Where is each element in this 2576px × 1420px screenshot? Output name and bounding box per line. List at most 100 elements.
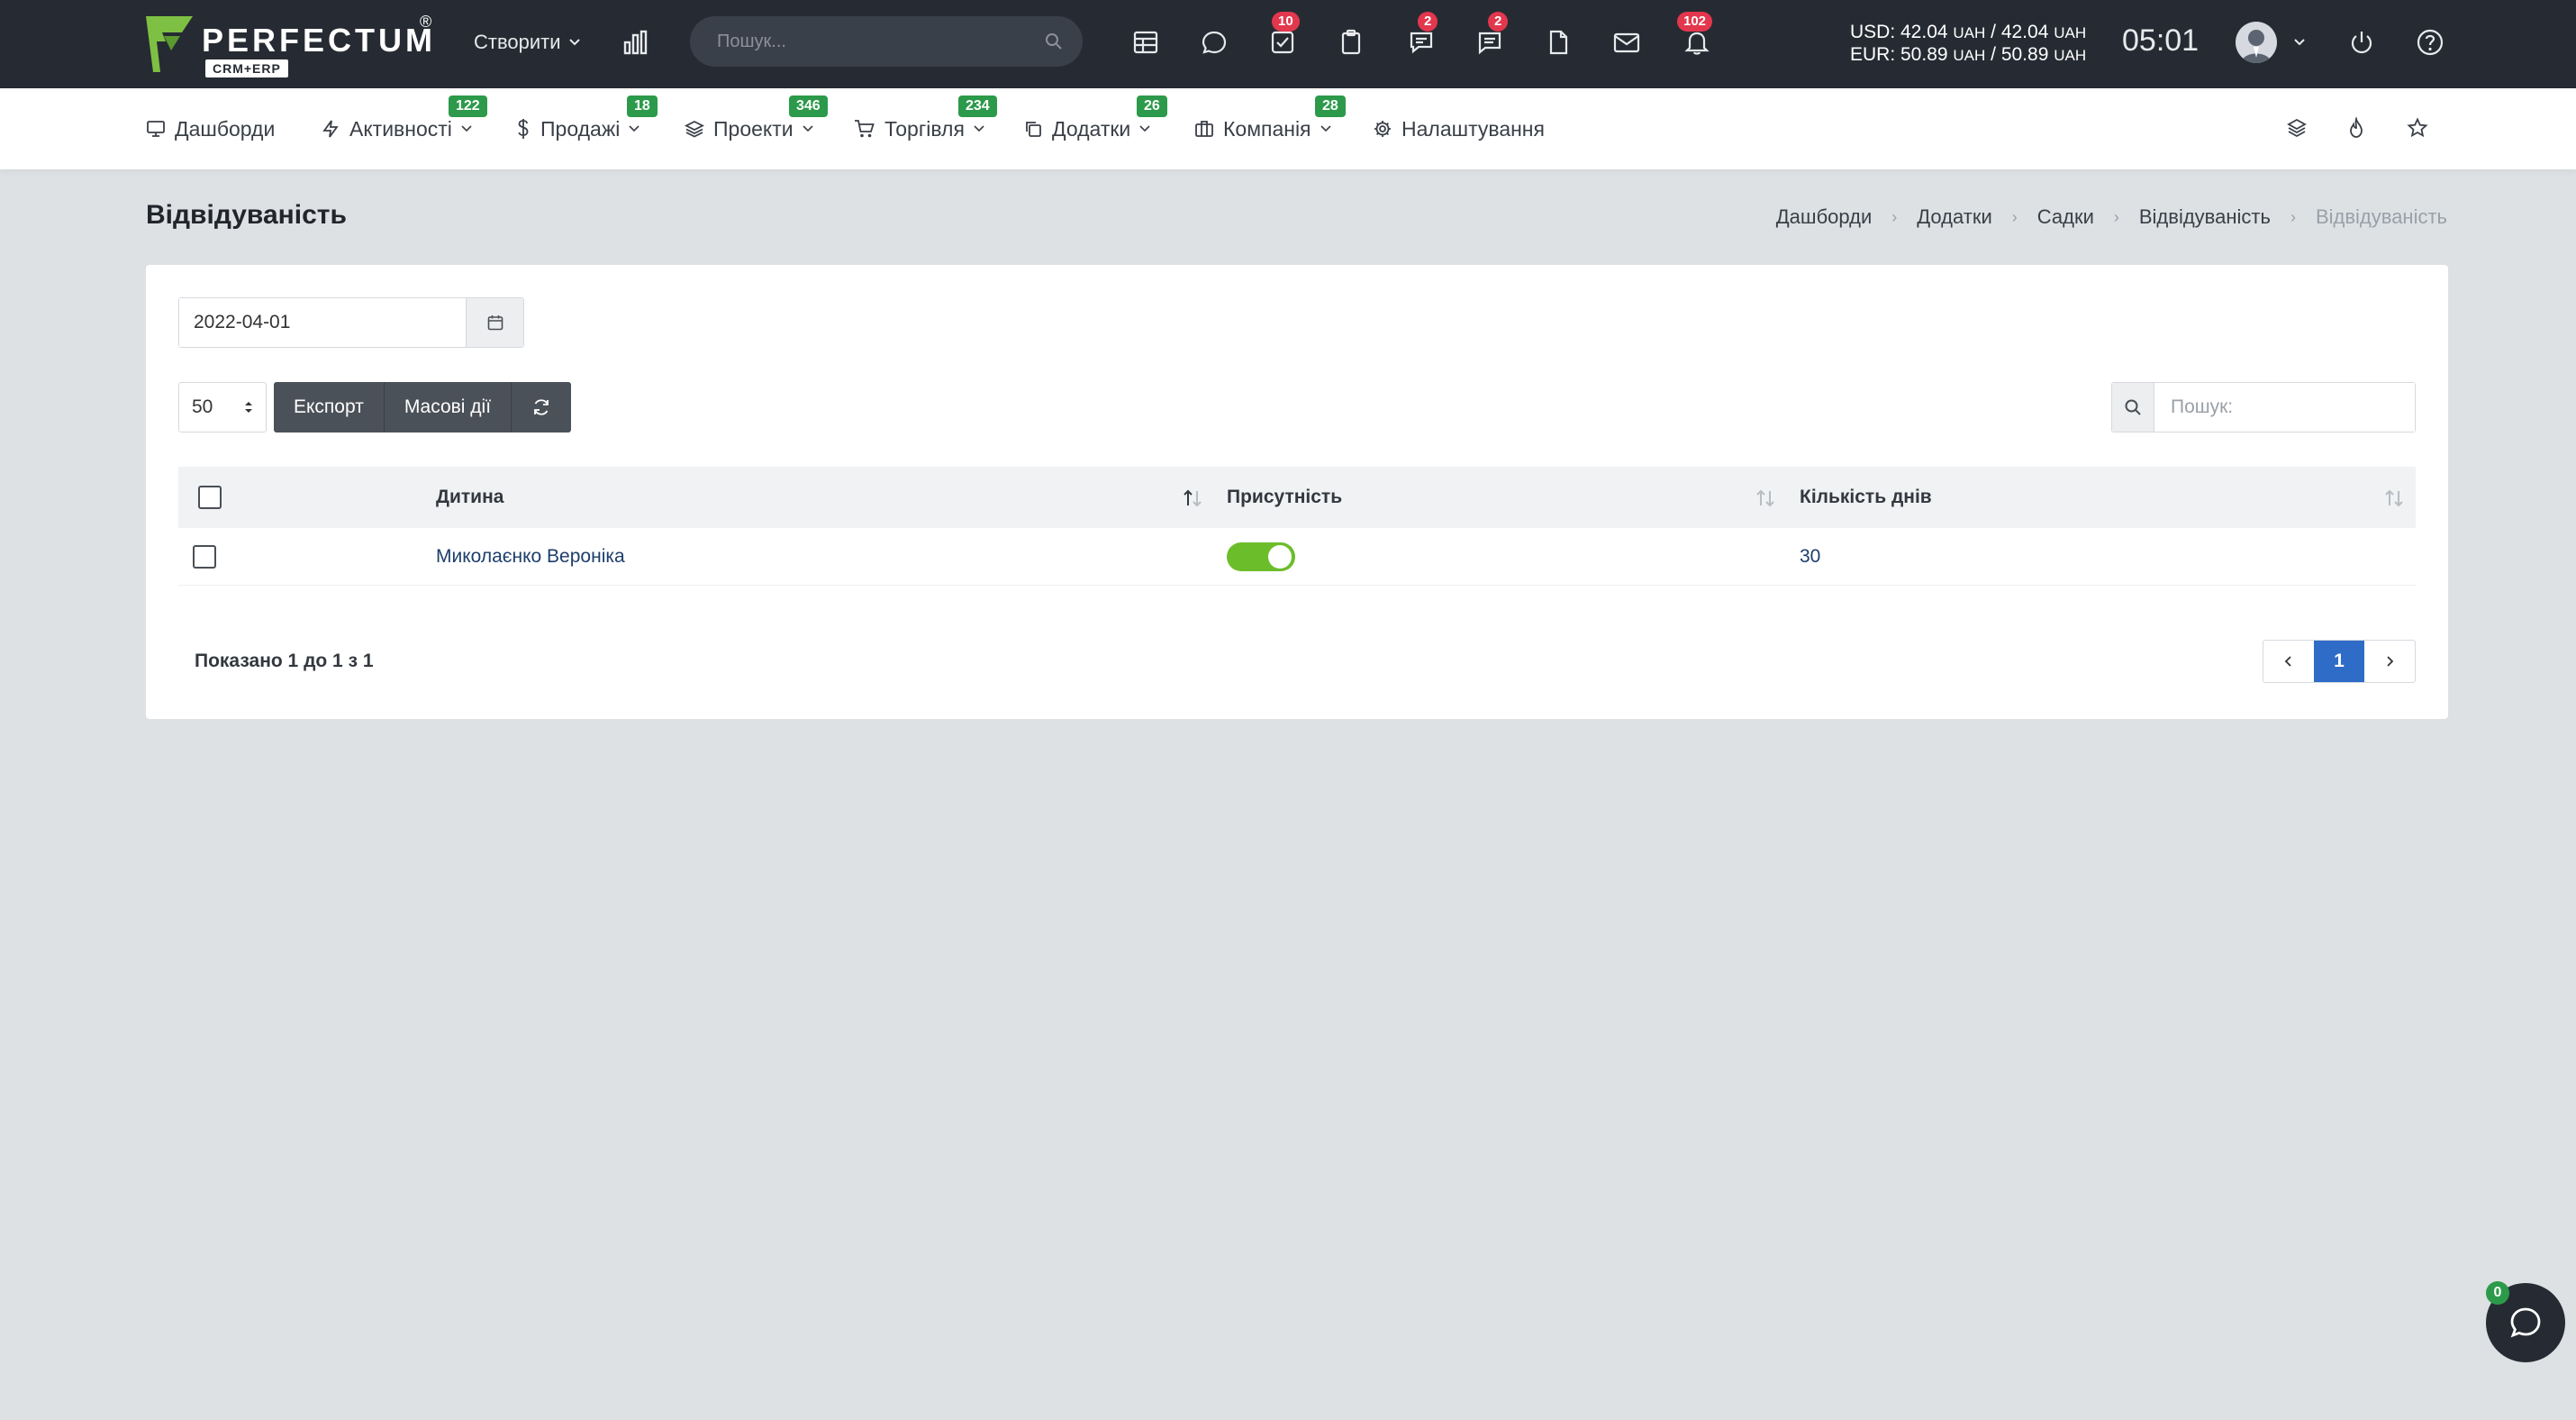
lightning-icon — [322, 120, 339, 138]
presence-cell — [1227, 528, 1295, 585]
menu-item-projects[interactable]: Проекти 346 — [685, 96, 828, 142]
menu-item-company[interactable]: Компанія 28 — [1194, 96, 1346, 142]
attendance-card: 50 Експорт Масові дії Дитина Присутність… — [146, 265, 2448, 719]
presence-toggle[interactable] — [1227, 542, 1295, 571]
stack-layers-icon[interactable] — [2279, 110, 2315, 146]
sort-asc-icon[interactable] — [1182, 488, 1203, 508]
bar-chart-icon[interactable] — [618, 24, 654, 60]
brand-subtitle: CRM+ERP — [205, 59, 288, 77]
page-length-select[interactable]: 50 — [178, 382, 267, 432]
breadcrumb-current: Відвідуваність — [2315, 205, 2447, 228]
comments-icon[interactable]: 2 — [1472, 12, 1509, 60]
calendar-button[interactable] — [466, 298, 523, 347]
tasks-badge: 10 — [1272, 12, 1300, 32]
attendance-table: Дитина Присутність Кількість днів Микола… — [178, 467, 2416, 586]
company-badge: 28 — [1315, 96, 1346, 117]
select-all-checkbox[interactable] — [198, 486, 222, 509]
sort-icon[interactable] — [2383, 488, 2405, 508]
table-row: Миколаєнко Вероніка 30 — [178, 528, 2416, 586]
flame-icon[interactable] — [2338, 110, 2374, 146]
breadcrumb-item[interactable]: Додатки — [1917, 205, 1991, 229]
pagination-next-button[interactable] — [2364, 641, 2415, 682]
create-dropdown-button[interactable]: Створити — [474, 27, 581, 58]
top-search-input[interactable] — [717, 16, 1023, 67]
menu-item-activities[interactable]: Активності 122 — [321, 96, 487, 142]
menu-item-dashboards[interactable]: Дашборди — [146, 115, 275, 142]
menu-label: Дашборди — [175, 116, 276, 141]
table-search-button[interactable] — [2112, 383, 2154, 432]
mail-icon[interactable] — [1609, 24, 1645, 60]
projects-badge: 346 — [789, 96, 828, 117]
search-icon — [2125, 399, 2141, 415]
main-menu-bar: Дашборди Активності 122 Продажі 18 Проек… — [0, 88, 2576, 169]
comments-badge: 2 — [1488, 12, 1509, 32]
chevron-right-icon — [2387, 656, 2394, 667]
power-icon[interactable] — [2344, 24, 2380, 60]
clipboard-icon[interactable] — [1333, 24, 1369, 60]
sales-badge: 18 — [627, 96, 658, 117]
page-title: Відвідуваність — [146, 200, 347, 230]
menu-item-sales[interactable]: Продажі 18 — [515, 96, 658, 142]
breadcrumb-separator-icon: › — [2290, 207, 2296, 226]
table-actions-group: Експорт Масові дії — [274, 382, 572, 432]
layers-icon — [685, 120, 704, 138]
calendar-icon — [487, 315, 503, 331]
dollar-icon — [518, 119, 529, 139]
select-arrows-icon — [245, 402, 252, 413]
menu-item-addons[interactable]: Додатки 26 — [1023, 96, 1167, 142]
chat-bubble-icon — [2510, 1307, 2541, 1338]
column-header-days[interactable]: Кількість днів — [1800, 467, 1932, 528]
menu-item-settings[interactable]: Налаштування — [1373, 115, 1545, 142]
chat-bubble-icon[interactable] — [1196, 24, 1232, 60]
breadcrumb-item[interactable]: Дашборди — [1776, 205, 1872, 229]
perfectum-logo[interactable]: PERFECTUM ® CRM+ERP — [144, 13, 450, 77]
chevron-down-icon — [629, 125, 639, 132]
bell-icon[interactable]: 102 — [1677, 12, 1715, 60]
calendar-table-icon[interactable] — [1128, 24, 1164, 60]
column-header-child[interactable]: Дитина — [436, 467, 503, 528]
menu-item-trade[interactable]: Торгівля 234 — [854, 96, 997, 142]
row-select-cell — [193, 528, 216, 585]
pagination-prev-button[interactable] — [2263, 641, 2314, 682]
pagination: 1 — [2263, 640, 2416, 683]
addons-badge: 26 — [1137, 96, 1167, 117]
briefcase-icon — [1195, 121, 1213, 137]
chevron-down-icon — [461, 125, 472, 132]
sort-icon[interactable] — [1755, 488, 1776, 508]
table-search-input[interactable] — [2154, 383, 2415, 432]
page-length-value: 50 — [192, 396, 213, 417]
activities-badge: 122 — [449, 96, 487, 117]
document-icon[interactable] — [1540, 24, 1576, 60]
refresh-button[interactable] — [512, 382, 571, 432]
breadcrumb-separator-icon: › — [2011, 207, 2018, 226]
breadcrumb-item[interactable]: Садки — [2037, 205, 2094, 229]
star-icon[interactable] — [2399, 110, 2435, 146]
date-picker — [178, 297, 524, 348]
trade-badge: 234 — [958, 96, 997, 117]
chat-widget-button[interactable]: 0 — [2486, 1281, 2565, 1362]
pagination-page-button[interactable]: 1 — [2314, 641, 2364, 682]
chevron-down-icon — [974, 125, 984, 132]
top-search-box[interactable] — [690, 16, 1083, 67]
table-header: Дитина Присутність Кількість днів — [178, 467, 2416, 528]
column-header-presence[interactable]: Присутність — [1227, 467, 1342, 528]
bulk-actions-button[interactable]: Масові дії — [385, 382, 512, 432]
child-name-link[interactable]: Миколаєнко Вероніка — [436, 528, 625, 585]
menu-label: Продажі — [540, 116, 621, 141]
currency-rates: USD: 42.04 UAH / 42.04 UAH EUR: 50.89 UA… — [1850, 22, 2086, 67]
breadcrumb-item[interactable]: Відвідуваність — [2139, 205, 2271, 229]
table-info: Показано 1 до 1 з 1 — [195, 651, 374, 671]
search-icon[interactable] — [1045, 32, 1063, 50]
user-avatar[interactable] — [2236, 22, 2277, 63]
menu-label: Торгівля — [884, 116, 965, 141]
user-menu-chevron-icon[interactable] — [2293, 38, 2306, 47]
create-label: Створити — [474, 31, 561, 53]
notifications-badge: 102 — [1677, 12, 1713, 32]
messages-icon[interactable]: 2 — [1403, 12, 1439, 60]
export-button[interactable]: Експорт — [274, 382, 385, 432]
menu-label: Проекти — [713, 116, 794, 141]
row-checkbox[interactable] — [193, 544, 216, 569]
tasks-check-icon[interactable]: 10 — [1265, 12, 1301, 60]
help-icon[interactable] — [2412, 24, 2448, 60]
date-input[interactable] — [179, 298, 467, 347]
